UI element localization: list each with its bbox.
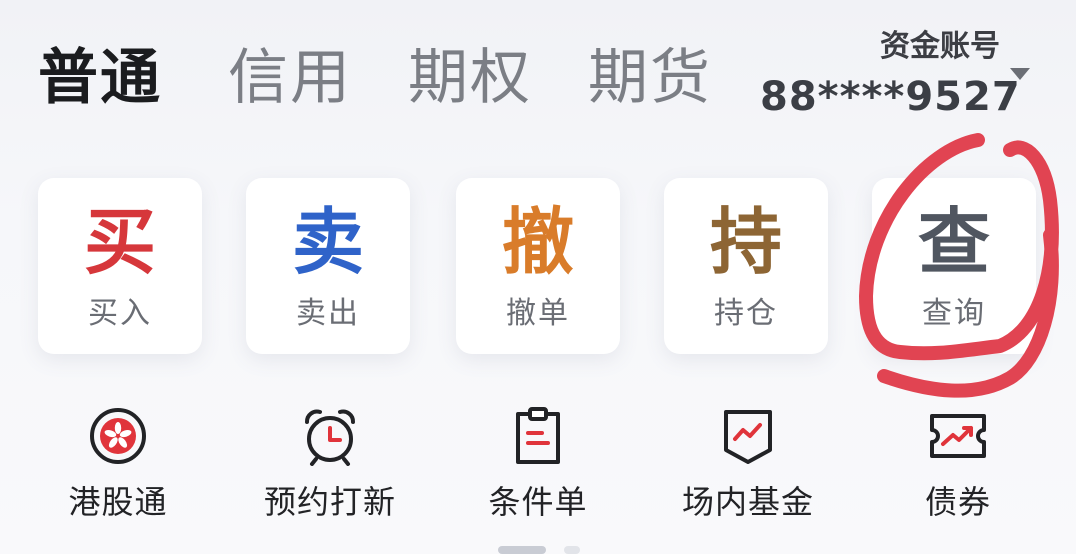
positions-button[interactable]: 持 持仓 <box>664 178 828 354</box>
positions-label: 持仓 <box>714 296 778 331</box>
positions-glyph: 持 <box>709 200 782 284</box>
cancel-order-label: 撤单 <box>506 296 570 331</box>
tab-normal[interactable]: 普通 <box>38 40 162 116</box>
buy-button[interactable]: 买 买入 <box>38 178 202 354</box>
sell-label: 卖出 <box>296 296 360 331</box>
bond-label: 债券 <box>924 483 991 521</box>
caret-down-icon[interactable] <box>1010 68 1030 80</box>
ipo-subscription-label: 预约打新 <box>263 483 396 521</box>
tab-credit[interactable]: 信用 <box>228 40 352 116</box>
query-button[interactable]: 查 查询 <box>872 178 1036 354</box>
fund-shield-icon <box>718 406 778 466</box>
buy-glyph: 买 <box>83 200 156 284</box>
ipo-subscription-button[interactable]: 预约打新 <box>230 400 430 530</box>
buy-label: 买入 <box>88 296 152 331</box>
alarm-clock-icon <box>300 406 360 466</box>
account-number[interactable]: 88****9527 <box>760 72 1020 122</box>
hk-connect-label: 港股通 <box>68 483 168 521</box>
query-glyph: 查 <box>917 200 990 284</box>
cancel-order-button[interactable]: 撤 撤单 <box>456 178 620 354</box>
hk-connect-button[interactable]: 港股通 <box>18 400 218 530</box>
exchange-fund-label: 场内基金 <box>681 483 814 521</box>
query-label: 查询 <box>922 296 986 331</box>
bond-ticket-icon <box>928 406 988 466</box>
sell-button[interactable]: 卖 卖出 <box>246 178 410 354</box>
conditional-order-label: 条件单 <box>488 483 588 521</box>
trading-home-screen: 普通 信用 期权 期货 资金账号 88****9527 买 买入 卖 卖出 撤 … <box>0 0 1076 554</box>
bond-button[interactable]: 债券 <box>858 400 1058 530</box>
tab-futures[interactable]: 期货 <box>588 40 712 116</box>
bauhinia-icon <box>88 406 148 466</box>
conditional-order-button[interactable]: 条件单 <box>438 400 638 530</box>
exchange-fund-button[interactable]: 场内基金 <box>648 400 848 530</box>
tab-options[interactable]: 期权 <box>408 40 532 116</box>
page-dot-active[interactable] <box>498 546 546 554</box>
account-label[interactable]: 资金账号 <box>870 30 1000 64</box>
clipboard-icon <box>508 406 568 466</box>
page-dot[interactable] <box>564 546 580 554</box>
cancel-order-glyph: 撤 <box>501 200 574 284</box>
sell-glyph: 卖 <box>291 200 364 284</box>
